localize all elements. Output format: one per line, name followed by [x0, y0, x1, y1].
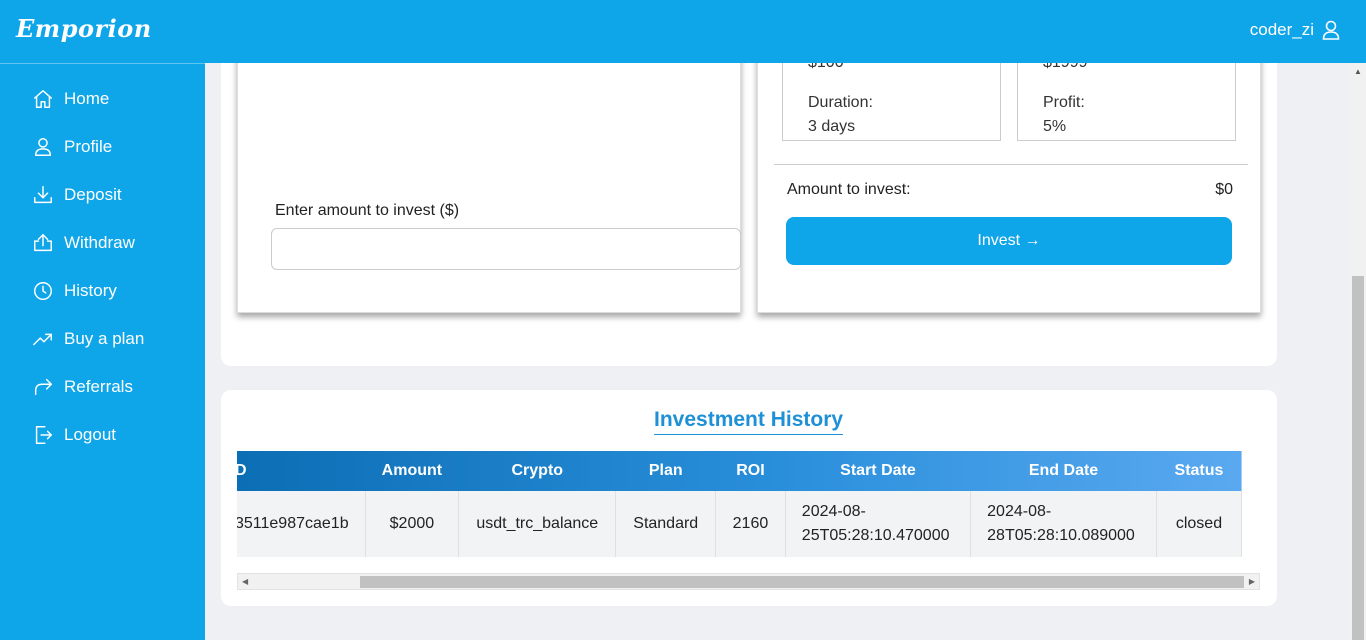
upload-icon [34, 234, 52, 252]
invest-card: Enter amount to invest ($) $100 Duration… [221, 63, 1277, 366]
user-menu[interactable]: coder_zi [1250, 20, 1340, 40]
brand-logo[interactable]: Emporion [16, 14, 152, 43]
horizontal-scroll-thumb[interactable] [360, 576, 1244, 588]
sidebar-item-withdraw[interactable]: Withdraw [32, 232, 135, 254]
sidebar-item-label: Profile [64, 137, 113, 156]
user-icon [1322, 20, 1340, 40]
column-header-amount: Amount [381, 462, 443, 479]
column-header-end-date: End Date [1028, 462, 1099, 479]
trending-up-icon [33, 333, 52, 346]
history-title: Investment History [654, 408, 844, 435]
start-date-line-2: 25T05:28:10.470000 [801, 527, 950, 544]
sidebar-item-label: Home [64, 89, 110, 108]
cell-crypto: usdt_trc_balance [458, 491, 617, 557]
duration-label: Duration: [808, 94, 873, 111]
table-header-row: D Amount Crypto Plan ROI Start Date End … [237, 451, 1242, 491]
column-header-id: D [237, 462, 247, 479]
amount-label: Enter amount to invest ($) [275, 202, 460, 219]
sidebar-item-label: Buy a plan [64, 329, 145, 348]
download-icon [34, 186, 52, 204]
sidebar-item-home[interactable]: Home [32, 88, 109, 110]
sidebar-item-logout[interactable]: Logout [32, 424, 116, 446]
sidebar-item-profile[interactable]: Profile [32, 136, 112, 158]
profit-label: Profit: [1043, 94, 1085, 111]
logout-icon [35, 426, 52, 444]
investment-history-card: Investment History D Amount Crypto Plan … [221, 390, 1277, 606]
horizontal-scrollbar[interactable]: ◀ ▶ [237, 573, 1260, 590]
scroll-left-icon[interactable]: ◀ [242, 577, 248, 586]
sidebar-item-referrals[interactable]: Referrals [32, 376, 133, 398]
history-table: D Amount Crypto Plan ROI Start Date End … [237, 451, 1243, 557]
end-date-line-1: 2024-08- [987, 503, 1052, 520]
vertical-scrollbar[interactable]: ▲ [1350, 63, 1366, 640]
cell-end-date: 2024-08- 28T05:28:10.089000 [970, 491, 1157, 557]
sidebar-item-label: Referrals [64, 377, 133, 396]
table-row: 3511e987cae1b $2000 usdt_trc_balance Sta… [237, 491, 1243, 557]
sidebar-item-label: Logout [64, 425, 116, 444]
share-icon [34, 378, 52, 396]
cell-id: 3511e987cae1b [237, 491, 366, 557]
amount-input[interactable] [271, 228, 741, 270]
sidebar: Home Profile Deposit Withdraw History Bu… [0, 63, 205, 640]
sidebar-item-label: Withdraw [64, 233, 135, 252]
scroll-right-icon[interactable]: ▶ [1249, 577, 1255, 586]
column-header-roi: ROI [736, 462, 765, 479]
scroll-up-icon[interactable]: ▲ [1354, 67, 1362, 76]
sidebar-item-buy-a-plan[interactable]: Buy a plan [32, 328, 144, 350]
main-content: Enter amount to invest ($) $100 Duration… [205, 63, 1350, 640]
amount-panel: Enter amount to invest ($) [237, 63, 741, 313]
min-amount-value: $100 [808, 63, 844, 72]
sidebar-item-history[interactable]: History [32, 280, 117, 302]
username: coder_zi [1249, 20, 1314, 39]
cell-plan: Standard [615, 491, 717, 557]
sidebar-item-label: Deposit [64, 185, 122, 204]
start-date-line-1: 2024-08- [801, 503, 866, 520]
plan-summary-panel: $100 Duration: 3 days $1999 Profit: 5% A… [757, 63, 1261, 313]
cell-status: closed [1156, 491, 1243, 557]
column-header-start-date: Start Date [840, 462, 916, 479]
profit-value: 5% [1043, 118, 1067, 135]
duration-value: 3 days [808, 118, 856, 135]
user-icon [34, 138, 52, 156]
divider [774, 164, 1248, 165]
amount-to-invest-value: $0 [1215, 181, 1233, 198]
amount-to-invest-label: Amount to invest: [787, 181, 911, 198]
column-header-crypto: Crypto [511, 462, 564, 479]
end-date-line-2: 28T05:28:10.089000 [987, 527, 1135, 544]
sidebar-item-deposit[interactable]: Deposit [32, 184, 122, 206]
column-header-status: Status [1174, 462, 1224, 479]
vertical-scroll-thumb[interactable] [1352, 276, 1364, 640]
max-amount-value: $1999 [1043, 63, 1088, 72]
plan-box-max: $1999 Profit: 5% [1017, 63, 1236, 141]
top-bar: Emporion coder_zi [0, 0, 1366, 63]
column-header-plan: Plan [648, 462, 683, 479]
cell-amount: $2000 [365, 491, 460, 557]
plan-box-min: $100 Duration: 3 days [782, 63, 1001, 141]
home-icon [34, 90, 52, 108]
invest-button[interactable]: Invest → [786, 217, 1232, 265]
history-table-wrapper[interactable]: D Amount Crypto Plan ROI Start Date End … [237, 451, 1260, 559]
sidebar-item-label: History [64, 281, 117, 300]
clock-icon [34, 282, 52, 300]
cell-roi: 2160 [715, 491, 786, 557]
cell-start-date: 2024-08- 25T05:28:10.470000 [785, 491, 972, 557]
